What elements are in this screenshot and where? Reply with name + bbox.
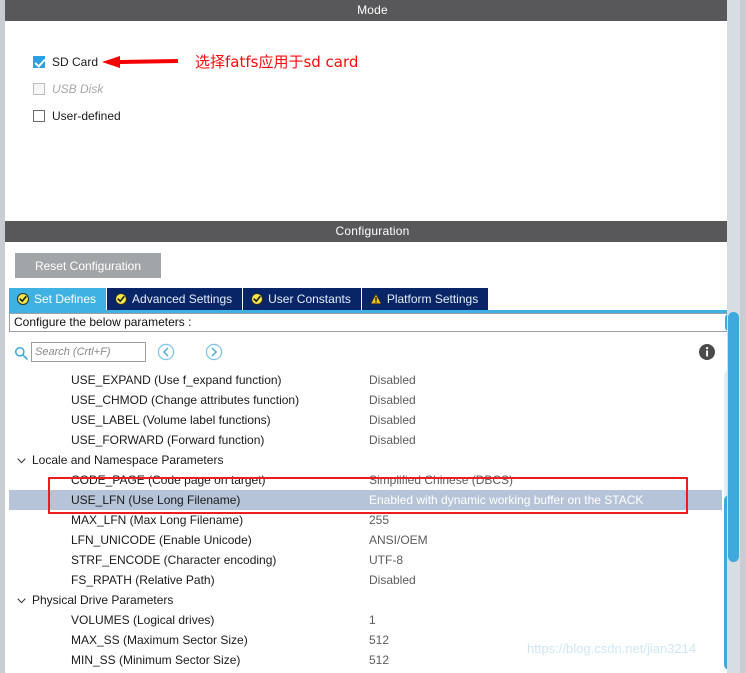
parameter-name: LFN_UNICODE (Enable Unicode): [71, 533, 252, 547]
parameter-list[interactable]: USE_EXPAND (Use f_expand function) Disab…: [9, 370, 722, 670]
parameter-value[interactable]: Disabled: [369, 393, 416, 407]
parameter-value[interactable]: 512: [369, 653, 389, 667]
tab-user-constants[interactable]: User Constants: [243, 288, 362, 310]
warning-triangle-icon: [369, 293, 382, 305]
check-circle-icon: [17, 293, 29, 305]
search-toolbar: [9, 342, 731, 366]
mode-option-usb-disk: USB Disk: [33, 81, 103, 97]
parameter-value[interactable]: 1: [369, 613, 376, 627]
usb-disk-checkbox: [33, 83, 45, 95]
table-row[interactable]: FS_RPATH (Relative Path) Disabled: [9, 570, 722, 590]
check-circle-icon: [115, 293, 128, 305]
group-label: Locale and Namespace Parameters: [32, 453, 224, 467]
window-right-border: [740, 0, 746, 673]
circle-left-arrow-icon[interactable]: [157, 343, 175, 361]
table-row[interactable]: USE_LABEL (Volume label functions) Disab…: [9, 410, 722, 430]
parameter-value[interactable]: Disabled: [369, 573, 416, 587]
configuration-section-header: Configuration: [5, 221, 740, 242]
parameter-name: STRF_ENCODE (Character encoding): [71, 553, 277, 567]
tab-platform-settings-label: Platform Settings: [386, 292, 479, 306]
annotation-text: 选择fatfs应用于sd card: [195, 53, 359, 71]
mode-option-sd-card[interactable]: SD Card: [33, 54, 98, 70]
table-row[interactable]: CODE_PAGE (Code page on target) Simplifi…: [9, 470, 722, 490]
tab-platform-settings[interactable]: Platform Settings: [361, 288, 490, 310]
annotation-arrow-icon: [102, 56, 178, 68]
watermark: https://blog.csdn.net/jian3214: [527, 641, 697, 656]
tab-advanced-settings-label: Advanced Settings: [132, 292, 233, 306]
table-row-selected[interactable]: USE_LFN (Use Long Filename) Enabled with…: [9, 490, 722, 510]
parameter-value[interactable]: 512: [369, 633, 389, 647]
table-row[interactable]: STRF_ENCODE (Character encoding) UTF-8: [9, 550, 722, 570]
table-row[interactable]: USE_FORWARD (Forward function) Disabled: [9, 430, 722, 450]
parameter-value[interactable]: Disabled: [369, 373, 416, 387]
parameter-value[interactable]: Disabled: [369, 433, 416, 447]
parameter-name: USE_FORWARD (Forward function): [71, 433, 265, 447]
parameter-name: USE_LABEL (Volume label functions): [71, 413, 271, 427]
parameter-value[interactable]: Disabled: [369, 413, 416, 427]
parameter-name: VOLUMES (Logical drives): [71, 613, 215, 627]
check-circle-icon: [251, 293, 264, 305]
mode-option-user-defined[interactable]: User-defined: [33, 108, 121, 124]
tab-advanced-settings[interactable]: Advanced Settings: [107, 288, 244, 310]
search-icon: [14, 346, 28, 360]
user-defined-checkbox[interactable]: [33, 110, 45, 122]
table-row[interactable]: VOLUMES (Logical drives) 1: [9, 610, 722, 630]
table-row[interactable]: USE_CHMOD (Change attributes function) D…: [9, 390, 722, 410]
parameter-value[interactable]: 255: [369, 513, 389, 527]
parameter-name: USE_CHMOD (Change attributes function): [71, 393, 300, 407]
parameter-name: MAX_LFN (Max Long Filename): [71, 513, 244, 527]
chevron-down-icon[interactable]: [17, 456, 26, 465]
panel-divider: [5, 213, 740, 221]
group-label: Physical Drive Parameters: [32, 593, 174, 607]
search-input[interactable]: [31, 342, 146, 362]
chevron-down-icon[interactable]: [17, 596, 26, 605]
tab-set-defines-label: Set Defines: [34, 292, 97, 306]
table-row[interactable]: USE_EXPAND (Use f_expand function) Disab…: [9, 370, 722, 390]
user-defined-label: User-defined: [52, 109, 121, 123]
parameter-name: CODE_PAGE (Code page on target): [71, 473, 266, 487]
configuration-panel: Reset Configuration Set Defines Advanced…: [5, 242, 740, 673]
parameter-name: FS_RPATH (Relative Path): [71, 573, 215, 587]
circle-right-arrow-icon[interactable]: [205, 343, 223, 361]
parameter-value[interactable]: ANSI/OEM: [369, 533, 428, 547]
sd-card-checkbox[interactable]: [33, 56, 45, 68]
table-row[interactable]: LFN_UNICODE (Enable Unicode) ANSI/OEM: [9, 530, 722, 550]
parameter-value[interactable]: Enabled with dynamic working buffer on t…: [369, 493, 643, 507]
page-scrollbar-thumb[interactable]: [728, 312, 739, 562]
parameter-name: MAX_SS (Maximum Sector Size): [71, 633, 248, 647]
reset-configuration-button[interactable]: Reset Configuration: [15, 253, 161, 278]
group-row-physical-drive[interactable]: Physical Drive Parameters: [9, 590, 722, 610]
group-row-locale-namespace[interactable]: Locale and Namespace Parameters: [9, 450, 722, 470]
configuration-tabstrip: Set Defines Advanced Settings User Const…: [9, 288, 490, 310]
parameter-value[interactable]: Simplified Chinese (DBCS): [369, 473, 513, 487]
sd-card-label: SD Card: [52, 55, 99, 69]
tab-user-constants-label: User Constants: [268, 292, 351, 306]
mode-section-header: Mode: [5, 0, 740, 21]
tab-set-defines[interactable]: Set Defines: [9, 288, 108, 310]
parameter-name: MIN_SS (Minimum Sector Size): [71, 653, 241, 667]
parameter-name: USE_EXPAND (Use f_expand function): [71, 373, 282, 387]
usb-disk-label: USB Disk: [52, 82, 104, 96]
table-row[interactable]: MAX_LFN (Max Long Filename) 255: [9, 510, 722, 530]
fatfs-configuration-window: Mode SD Card USB Disk User-defined 选择fat…: [0, 0, 746, 673]
parameter-name: USE_LFN (Use Long Filename): [71, 493, 241, 507]
info-icon[interactable]: [698, 343, 716, 361]
parameter-value[interactable]: UTF-8: [369, 553, 403, 567]
configure-parameters-hint: Configure the below parameters :: [9, 313, 731, 332]
mode-panel: SD Card USB Disk User-defined 选择fatfs应用于…: [5, 21, 740, 213]
